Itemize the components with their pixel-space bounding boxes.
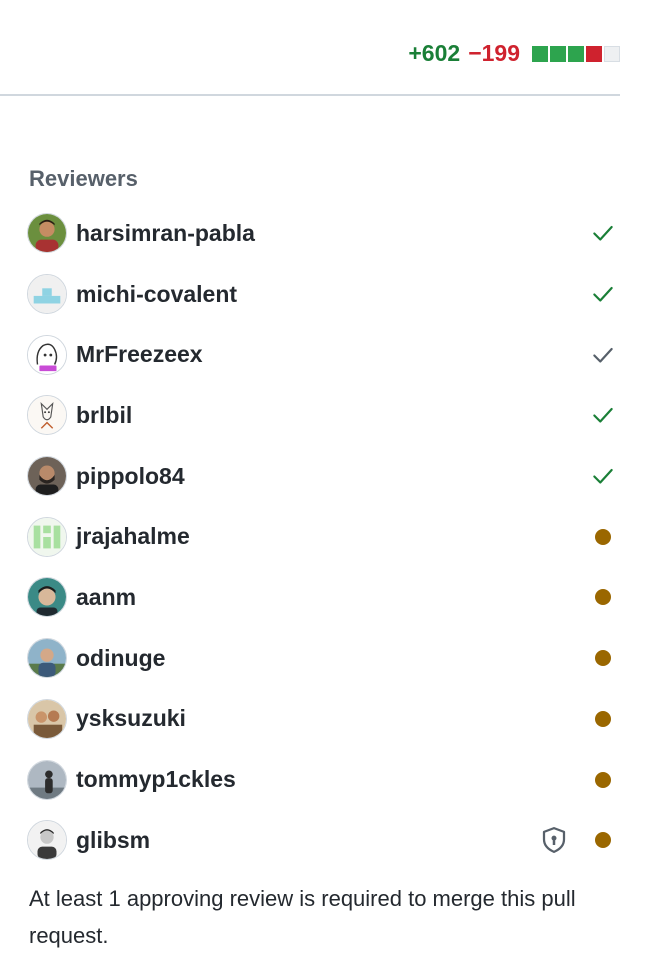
- avatar[interactable]: [27, 274, 67, 315]
- check-icon: [593, 226, 613, 241]
- avatar[interactable]: [27, 638, 67, 679]
- approved-status[interactable]: [588, 279, 618, 309]
- shield-lock-icon: [542, 827, 566, 854]
- dot-icon: [595, 710, 611, 727]
- diffstat-block: [586, 45, 602, 62]
- avatar[interactable]: [27, 213, 67, 254]
- diffstat-block: [532, 45, 548, 62]
- dot-icon: [595, 650, 611, 667]
- reviewer-row: odinuge: [0, 628, 640, 689]
- approved-status[interactable]: [588, 218, 618, 248]
- reviewer-row: tommyp1ckles: [0, 749, 640, 810]
- diffstat-block: [550, 45, 566, 62]
- reviewer-name[interactable]: aanm: [76, 584, 136, 611]
- approved-status[interactable]: [588, 400, 618, 430]
- reviewer-name[interactable]: odinuge: [76, 645, 165, 672]
- avatar[interactable]: [27, 759, 67, 800]
- reviewer-name[interactable]: harsimran-pabla: [76, 220, 255, 247]
- code-owner-indicator[interactable]: [538, 824, 570, 856]
- commented-status[interactable]: [588, 340, 618, 370]
- reviewer-name[interactable]: tommyp1ckles: [76, 766, 236, 793]
- pending-status[interactable]: [588, 765, 618, 795]
- dot-icon: [595, 771, 611, 788]
- approved-status[interactable]: [588, 461, 618, 491]
- pending-status[interactable]: [588, 825, 618, 855]
- reviewer-row: brlbil: [0, 385, 640, 446]
- avatar[interactable]: [27, 334, 67, 375]
- merge-requirement-note: At least 1 approving review is required …: [29, 886, 576, 948]
- avatar[interactable]: [27, 698, 67, 739]
- reviewers-list: harsimran-pabla michi-covalent MrFreezee…: [0, 203, 640, 871]
- reviewer-name[interactable]: MrFreezeex: [76, 341, 203, 368]
- diffstat-blocks: [532, 45, 620, 62]
- reviewer-row: pippolo84: [0, 446, 640, 507]
- reviewer-row: jrajahalme: [0, 506, 640, 567]
- reviewer-row: harsimran-pabla: [0, 203, 640, 264]
- diffstat-block: [568, 45, 584, 62]
- dot-icon: [595, 832, 611, 849]
- check-icon: [593, 286, 613, 302]
- diffstat-block: [604, 45, 620, 62]
- dot-icon: [595, 528, 611, 545]
- reviewer-name[interactable]: glibsm: [76, 827, 150, 854]
- deletions-count: −199: [468, 40, 520, 66]
- avatar[interactable]: [27, 395, 67, 436]
- reviewer-name[interactable]: brlbil: [76, 402, 132, 429]
- avatar[interactable]: [27, 820, 67, 861]
- avatar[interactable]: [27, 577, 67, 618]
- avatar[interactable]: [27, 456, 67, 497]
- pending-status[interactable]: [588, 704, 618, 734]
- reviewer-name[interactable]: pippolo84: [76, 463, 185, 490]
- dot-icon: [595, 589, 611, 606]
- divider: [0, 94, 620, 96]
- reviewer-row: aanm: [0, 567, 640, 628]
- reviewer-row: ysksuzuki: [0, 689, 640, 750]
- reviewer-name[interactable]: jrajahalme: [76, 523, 190, 550]
- check-icon: [593, 469, 613, 484]
- pending-status[interactable]: [588, 582, 618, 612]
- pending-status[interactable]: [588, 643, 618, 673]
- pending-status[interactable]: [588, 522, 618, 552]
- reviewer-row: MrFreezeex: [0, 324, 640, 385]
- additions-count: +602: [408, 40, 461, 66]
- reviewer-row: glibsm: [0, 810, 640, 871]
- diffstat: +602 −199: [408, 40, 620, 67]
- avatar[interactable]: [27, 516, 67, 557]
- check-icon: [593, 408, 613, 423]
- reviewer-name[interactable]: michi-covalent: [76, 281, 237, 308]
- check-icon: [593, 347, 613, 363]
- reviewer-name[interactable]: ysksuzuki: [76, 705, 186, 732]
- reviewer-row: michi-covalent: [0, 264, 640, 325]
- reviewers-heading[interactable]: Reviewers: [29, 166, 138, 192]
